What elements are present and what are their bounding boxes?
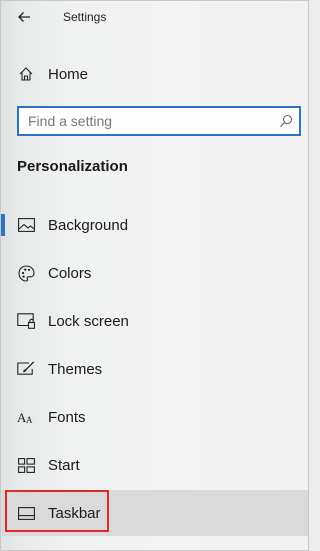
themes-brush-icon	[17, 360, 35, 378]
fonts-icon: A A	[17, 408, 35, 426]
sidebar-item-label: Lock screen	[48, 312, 129, 330]
sidebar-item-taskbar[interactable]: Taskbar	[1, 490, 308, 536]
search-box	[17, 106, 301, 136]
section-title: Personalization	[17, 158, 128, 175]
sidebar-item-background[interactable]: Background	[1, 202, 308, 248]
settings-navigation-pane: Settings Home Personalization Background	[0, 0, 309, 551]
sidebar-item-fonts[interactable]: A A Fonts	[1, 394, 308, 440]
nav-home[interactable]: Home	[1, 58, 308, 90]
sidebar-item-label: Taskbar	[48, 504, 101, 522]
picture-icon	[17, 216, 35, 234]
back-arrow-icon	[17, 11, 31, 23]
nav-home-label: Home	[48, 65, 89, 83]
sidebar-item-label: Themes	[48, 360, 103, 378]
svg-text:A: A	[26, 415, 33, 425]
search-icon[interactable]	[278, 113, 294, 129]
sidebar-item-colors[interactable]: Colors	[1, 250, 308, 296]
sidebar-item-themes[interactable]: Themes	[1, 346, 308, 392]
title-bar: Settings	[1, 1, 308, 35]
start-tiles-icon	[17, 456, 35, 474]
palette-icon	[17, 264, 35, 282]
sidebar-item-label: Background	[48, 216, 129, 234]
sidebar-item-start[interactable]: Start	[1, 442, 308, 488]
sidebar-item-label: Colors	[48, 264, 92, 282]
app-title: Settings	[63, 10, 107, 24]
sidebar-item-lock-screen[interactable]: Lock screen	[1, 298, 308, 344]
back-button[interactable]	[11, 6, 37, 28]
taskbar-icon	[17, 504, 35, 522]
sidebar-item-label: Fonts	[48, 408, 86, 426]
sidebar-item-label: Start	[48, 456, 80, 474]
search-input[interactable]	[19, 108, 269, 134]
home-icon	[17, 65, 35, 83]
lock-screen-icon	[17, 312, 35, 330]
